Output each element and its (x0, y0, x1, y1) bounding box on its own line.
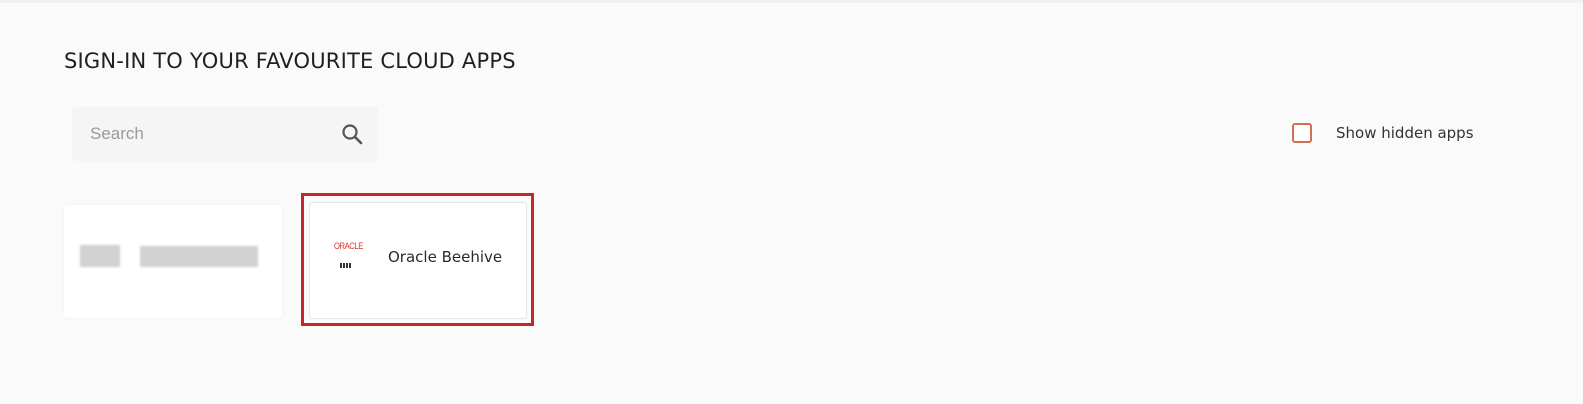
page-title: SIGN-IN TO YOUR FAVOURITE CLOUD APPS (64, 49, 516, 73)
oracle-logo-text: ORACLE (334, 241, 363, 251)
show-hidden-apps-toggle[interactable]: Show hidden apps (1292, 123, 1474, 143)
top-divider (0, 0, 1583, 3)
app-name: Oracle Beehive (388, 248, 503, 266)
obscured-app-logo (80, 245, 120, 267)
search-box (72, 107, 378, 161)
app-tile-obscured[interactable] (64, 205, 282, 318)
obscured-app-name (140, 246, 258, 267)
oracle-logo-mark (340, 263, 352, 268)
app-tile-oracle-beehive[interactable]: ORACLE Oracle Beehive (309, 202, 527, 319)
show-hidden-apps-checkbox[interactable] (1292, 123, 1312, 143)
show-hidden-apps-label: Show hidden apps (1336, 124, 1474, 142)
search-icon[interactable] (340, 122, 364, 146)
oracle-logo: ORACLE (334, 241, 366, 273)
search-input[interactable] (72, 107, 340, 161)
